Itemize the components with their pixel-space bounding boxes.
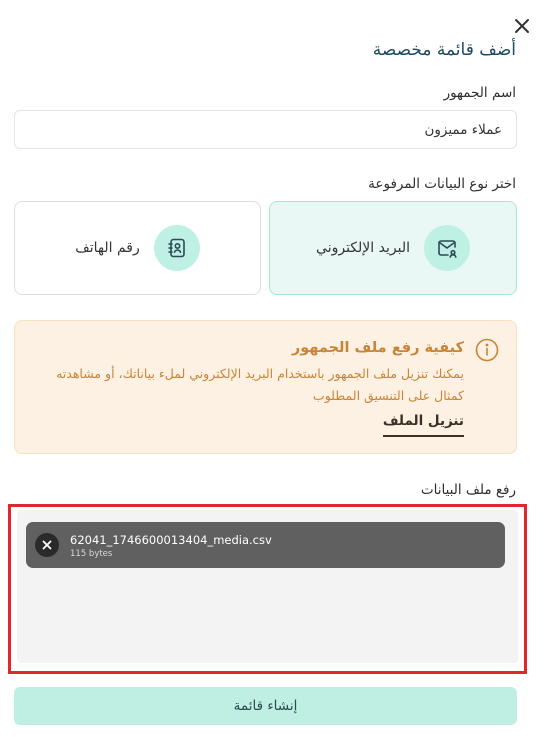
data-type-phone-label: رقم الهاتف (75, 240, 140, 256)
audience-name-label: اسم الجمهور (443, 85, 516, 101)
remove-file-button[interactable] (35, 533, 59, 557)
create-list-button[interactable]: إنشاء قائمة (14, 687, 517, 725)
data-type-email-label: البريد الإلكتروني (316, 240, 410, 256)
data-type-label: اختر نوع البيانات المرفوعة (368, 176, 516, 192)
mail-user-icon (423, 225, 470, 271)
upload-instructions-box: كيفية رفع ملف الجمهور يمكنك تنزيل ملف ال… (14, 320, 517, 454)
file-size: 115 bytes (70, 549, 113, 559)
dialog-title: أضف قائمة مخصصة (372, 40, 516, 60)
upload-label: رفع ملف البيانات (420, 482, 516, 498)
contact-book-icon (153, 225, 200, 271)
close-icon (42, 540, 52, 550)
file-name: 62041_1746600013404_media.csv (70, 533, 272, 547)
uploaded-file-chip: 62041_1746600013404_media.csv 115 bytes (26, 522, 505, 568)
data-type-phone-option[interactable]: رقم الهاتف (14, 201, 261, 295)
audience-name-input[interactable] (14, 110, 517, 149)
info-icon (474, 337, 500, 363)
info-title: كيفية رفع ملف الجمهور (291, 340, 464, 356)
close-button[interactable] (512, 16, 532, 36)
close-icon (515, 19, 529, 33)
download-file-link[interactable]: تنزيل الملف (382, 413, 464, 437)
info-text: يمكنك تنزيل ملف الجمهور باستخدام البريد … (56, 366, 464, 403)
data-type-email-option[interactable]: البريد الإلكتروني (269, 201, 517, 295)
